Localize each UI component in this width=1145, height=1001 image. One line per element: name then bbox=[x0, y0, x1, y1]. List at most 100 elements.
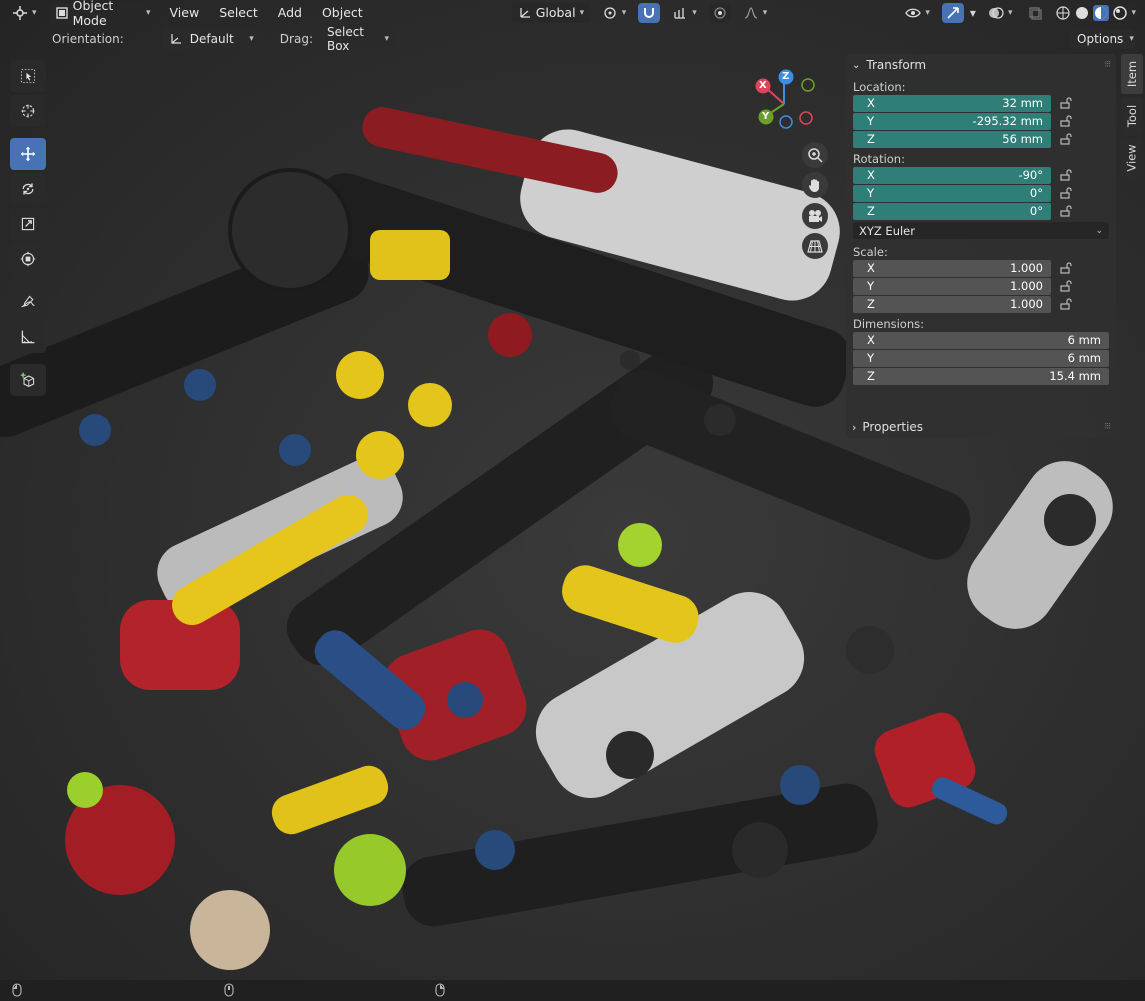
lock-icon[interactable] bbox=[1051, 169, 1081, 181]
properties-title: Properties bbox=[862, 420, 924, 434]
properties-panel-header[interactable]: › Properties ⁝⁝⁝ bbox=[846, 416, 1116, 438]
chevron-down-icon[interactable]: ▾ bbox=[1131, 8, 1136, 18]
pivot-point-dropdown[interactable]: ▾ bbox=[596, 3, 633, 23]
tab-item[interactable]: Item bbox=[1121, 54, 1143, 94]
rotation-y-field[interactable]: Y 0° bbox=[853, 184, 1051, 202]
drag-handle-icon[interactable]: ⁝⁝⁝ bbox=[1104, 422, 1111, 432]
dimensions-x-value: 6 mm bbox=[1067, 333, 1101, 347]
proportional-edit-toggle[interactable] bbox=[708, 2, 731, 23]
transform-tool[interactable] bbox=[10, 243, 46, 275]
wireframe-shading-icon[interactable] bbox=[1055, 5, 1071, 21]
move-icon bbox=[20, 146, 36, 162]
lock-icon[interactable] bbox=[1051, 97, 1081, 109]
annotate-tool[interactable] bbox=[10, 286, 46, 318]
pan-button[interactable] bbox=[802, 172, 828, 198]
perspective-toggle-button[interactable] bbox=[802, 233, 828, 259]
drag-dropdown[interactable]: Select Box ▾ bbox=[320, 25, 395, 53]
visibility-dropdown[interactable]: ▾ bbox=[899, 3, 936, 23]
lock-icon[interactable] bbox=[1051, 187, 1081, 199]
location-z-field[interactable]: Z 56 mm bbox=[853, 130, 1051, 148]
scale-tool[interactable] bbox=[10, 208, 46, 240]
rotate-icon bbox=[20, 181, 36, 197]
falloff-dropdown[interactable]: ▾ bbox=[737, 3, 774, 23]
solid-shading-icon[interactable] bbox=[1074, 5, 1090, 21]
lock-icon[interactable] bbox=[1051, 262, 1081, 274]
rotation-z-value: 0° bbox=[1029, 204, 1043, 218]
grid-perspective-icon bbox=[807, 238, 823, 254]
lock-icon[interactable] bbox=[1051, 115, 1081, 127]
location-x-field[interactable]: X 32 mm bbox=[853, 94, 1051, 112]
drag-handle-icon[interactable]: ⁝⁝⁝ bbox=[1104, 60, 1111, 70]
mode-dropdown[interactable]: Object Mode ▾ bbox=[48, 0, 157, 28]
options-dropdown[interactable]: Options ▾ bbox=[1071, 29, 1135, 49]
add-cube-tool[interactable] bbox=[10, 364, 46, 396]
menu-add[interactable]: Add bbox=[271, 3, 309, 23]
dimensions-x-field[interactable]: X 6 mm bbox=[853, 331, 1109, 349]
dimensions-z-field[interactable]: Z 15.4 mm bbox=[853, 367, 1109, 385]
location-x-value: 32 mm bbox=[1002, 96, 1043, 110]
rotation-x-field[interactable]: X -90° bbox=[853, 166, 1051, 184]
snap-target-dropdown[interactable]: ▾ bbox=[666, 3, 703, 23]
xray-toggle[interactable] bbox=[1024, 3, 1046, 23]
lock-icon[interactable] bbox=[1051, 280, 1081, 292]
lock-icon[interactable] bbox=[1051, 205, 1081, 217]
snap-toggle[interactable] bbox=[638, 2, 661, 23]
chevron-right-icon: › bbox=[852, 420, 857, 434]
lock-icon[interactable] bbox=[1051, 133, 1081, 145]
scale-y-field[interactable]: Y 1.000 bbox=[853, 277, 1051, 295]
chevron-down-icon: ▾ bbox=[146, 7, 151, 18]
tab-view[interactable]: View bbox=[1121, 138, 1143, 178]
menu-select[interactable]: Select bbox=[212, 3, 265, 23]
zoom-button[interactable] bbox=[802, 142, 828, 168]
editor-type-button[interactable]: ▾ bbox=[6, 3, 43, 23]
location-y-value: -295.32 mm bbox=[972, 114, 1043, 128]
select-box-tool[interactable] bbox=[10, 60, 46, 92]
scale-z-row: Z 1.000 bbox=[853, 295, 1116, 313]
overlays-icon bbox=[988, 5, 1004, 21]
overlays-dropdown[interactable]: ▾ bbox=[982, 3, 1019, 23]
mouse-left-icon bbox=[12, 983, 22, 1000]
chevron-down-icon: ⌄ bbox=[852, 59, 861, 71]
chevron-down-icon: ▾ bbox=[621, 7, 627, 18]
scale-y-value: 1.000 bbox=[1010, 279, 1043, 293]
gizmo-label-y: Y bbox=[762, 111, 770, 122]
scale-x-value: 1.000 bbox=[1010, 261, 1043, 275]
axis-label: Y bbox=[867, 114, 875, 128]
tab-tool[interactable]: Tool bbox=[1121, 97, 1143, 135]
dimensions-y-field[interactable]: Y 6 mm bbox=[853, 349, 1109, 367]
navigation-gizmo[interactable]: Z X Y bbox=[752, 66, 822, 136]
measure-tool[interactable] bbox=[10, 321, 46, 353]
mouse-middle-icon bbox=[224, 983, 234, 1000]
xray-icon bbox=[1027, 5, 1043, 21]
dimensions-label: Dimensions: bbox=[853, 317, 924, 331]
menu-object[interactable]: Object bbox=[315, 3, 370, 23]
move-tool[interactable] bbox=[10, 138, 46, 170]
menu-view[interactable]: View bbox=[163, 3, 207, 23]
location-y-row: Y -295.32 mm bbox=[853, 112, 1116, 130]
scale-z-field[interactable]: Z 1.000 bbox=[853, 295, 1051, 313]
chevron-down-icon: ▾ bbox=[1007, 7, 1013, 18]
camera-view-button[interactable] bbox=[802, 203, 828, 229]
proportional-edit-icon bbox=[712, 5, 728, 21]
transform-orientation-dropdown[interactable]: Global ▾ bbox=[511, 2, 590, 23]
material-shading-icon[interactable] bbox=[1093, 4, 1110, 21]
lock-icon[interactable] bbox=[1051, 298, 1081, 310]
rotate-tool[interactable] bbox=[10, 173, 46, 205]
transform-panel-header[interactable]: ⌄ Transform ⁝⁝⁝ bbox=[846, 54, 1116, 76]
transform-icon bbox=[20, 251, 36, 267]
orientation-dropdown[interactable]: Default ▾ bbox=[161, 29, 260, 49]
cursor-tool[interactable] bbox=[10, 95, 46, 127]
3d-viewport-icon bbox=[12, 5, 28, 21]
chevron-down-icon[interactable]: ▾ bbox=[970, 6, 976, 20]
rotation-z-field[interactable]: Z 0° bbox=[853, 202, 1051, 220]
rotation-mode-dropdown[interactable]: XYZ Euler ⌄ bbox=[853, 222, 1109, 239]
rotation-y-row: Y 0° bbox=[853, 184, 1116, 202]
scale-z-value: 1.000 bbox=[1010, 297, 1043, 311]
dimensions-y-row: Y 6 mm bbox=[853, 349, 1116, 367]
chevron-down-icon: ▾ bbox=[1129, 34, 1134, 44]
rendered-shading-icon[interactable] bbox=[1112, 5, 1128, 21]
location-y-field[interactable]: Y -295.32 mm bbox=[853, 112, 1051, 130]
scale-x-field[interactable]: X 1.000 bbox=[853, 259, 1051, 277]
gizmo-toggle[interactable] bbox=[941, 2, 964, 23]
axis-label: Y bbox=[867, 279, 875, 293]
